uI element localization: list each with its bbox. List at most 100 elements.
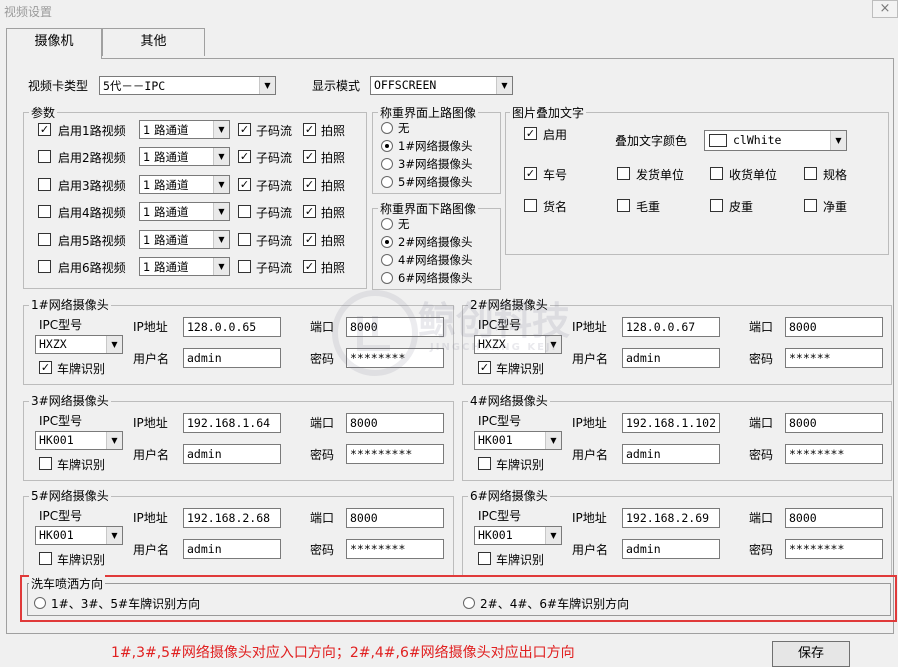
camera-4-ip-field[interactable]: 192.168.1.102 (622, 412, 720, 433)
chevron-down-icon: ▼ (213, 121, 229, 138)
camera-2-plate-checkbox[interactable]: ✓ (478, 361, 491, 374)
upper-image-radio-0[interactable] (381, 122, 393, 134)
lower-image-radio-3[interactable] (381, 272, 393, 284)
overlay-color-select[interactable]: clWhite ▼ (704, 130, 847, 151)
enable-video-2-label: 启用2路视频 (58, 151, 126, 166)
camera-2-port-field[interactable]: 8000 (785, 317, 883, 337)
camera-2-ip-label: IP地址 (572, 320, 607, 334)
close-button[interactable]: × (872, 0, 898, 18)
camera-3-ipc-select[interactable]: HK001 ▼ (35, 430, 123, 450)
enable-video-1-label: 启用1路视频 (58, 124, 126, 138)
camera-2-ip-field[interactable]: 128.0.0.67 (622, 317, 720, 337)
camera-4-port-value: 8000 (789, 415, 817, 430)
upper-image-radio-1[interactable] (381, 140, 393, 152)
substream-5-checkbox[interactable] (238, 232, 251, 246)
camera-4-port-field[interactable]: 8000 (785, 412, 883, 433)
enable-video-5-checkbox[interactable] (38, 232, 51, 246)
camera-5-ip-label: IP地址 (133, 511, 168, 525)
camera-3-title: 3#网络摄像头 (29, 391, 111, 409)
channel-5-select[interactable]: 1 路通道 ▼ (139, 229, 230, 249)
card-type-select[interactable]: 5代－－IPC ▼ (99, 76, 276, 95)
save-button[interactable]: 保存 (772, 641, 850, 667)
overlay-field-5-checkbox[interactable] (617, 199, 630, 212)
overlay-enable-checkbox[interactable]: ✓ (524, 127, 537, 140)
lower-image-radio-2[interactable] (381, 254, 393, 266)
camera-3-port-field[interactable]: 8000 (346, 412, 444, 433)
channel-1-select[interactable]: 1 路通道 ▼ (139, 120, 230, 139)
overlay-field-2-checkbox[interactable] (710, 167, 723, 180)
snapshot-3-checkbox[interactable]: ✓ (303, 177, 316, 191)
tab-camera[interactable]: 摄像机 (6, 28, 102, 58)
wash-option2-radio[interactable] (463, 597, 475, 609)
camera-5-ip-field[interactable]: 192.168.2.68 (183, 508, 281, 528)
camera-5-password-field[interactable]: ******** (346, 539, 444, 559)
direction-note: 1#,3#,5#网络摄像头对应入口方向；2#,4#,6#网络摄像头对应出口方向 (111, 645, 575, 661)
camera-4-ipc-select[interactable]: HK001 ▼ (474, 430, 562, 450)
snapshot-6-checkbox[interactable]: ✓ (303, 260, 316, 273)
overlay-field-7-checkbox[interactable] (804, 199, 817, 212)
camera-6-plate-checkbox[interactable] (478, 552, 491, 565)
wash-option1-radio[interactable] (34, 597, 46, 609)
camera-5-user-label: 用户名 (133, 543, 170, 557)
camera-1-ip-field[interactable]: 128.0.0.65 (183, 317, 281, 337)
camera-5-plate-checkbox[interactable] (39, 552, 52, 565)
snapshot-2-checkbox[interactable]: ✓ (303, 150, 316, 164)
lower-image-radio-0[interactable] (381, 218, 393, 230)
substream-4-checkbox[interactable] (238, 205, 251, 219)
overlay-field-3-checkbox[interactable] (804, 167, 817, 180)
upper-image-radio-2[interactable] (381, 158, 393, 170)
lower-image-radio-1[interactable] (381, 236, 393, 248)
camera-6-password-field[interactable]: ******** (785, 539, 883, 559)
camera-4-ipc-value: HK001 (478, 432, 513, 447)
camera-3-plate-label: 车牌识别 (57, 457, 106, 472)
substream-2-checkbox[interactable]: ✓ (238, 150, 251, 164)
camera-1-plate-checkbox[interactable]: ✓ (39, 361, 52, 374)
camera-1-ipc-select[interactable]: HXZX ▼ (35, 335, 123, 354)
enable-video-5-label: 启用5路视频 (58, 233, 126, 248)
camera-6-user-label: 用户名 (572, 543, 609, 557)
overlay-field-6-checkbox[interactable] (710, 199, 723, 212)
enable-video-2-checkbox[interactable] (38, 150, 51, 164)
display-mode-select[interactable]: OFFSCREEN ▼ (370, 76, 513, 95)
snapshot-4-checkbox[interactable]: ✓ (303, 205, 316, 219)
upper-image-radio-3[interactable] (381, 176, 393, 188)
camera-2-user-value: admin (626, 351, 661, 365)
enable-video-1-checkbox[interactable]: ✓ (38, 123, 51, 136)
tab-other[interactable]: 其他 (102, 28, 205, 56)
camera-5-user-field[interactable]: admin (183, 539, 281, 559)
camera-6-ip-field[interactable]: 192.168.2.69 (622, 508, 720, 528)
substream-1-checkbox[interactable]: ✓ (238, 123, 251, 136)
camera-6-user-field[interactable]: admin (622, 539, 720, 559)
substream-6-checkbox[interactable] (238, 260, 251, 273)
camera-4-plate-checkbox[interactable] (478, 456, 491, 470)
enable-video-3-checkbox[interactable] (38, 177, 51, 191)
camera-3-ip-field[interactable]: 192.168.1.64 (183, 412, 281, 433)
channel-2-select[interactable]: 1 路通道 ▼ (139, 147, 230, 167)
channel-4-select[interactable]: 1 路通道 ▼ (139, 202, 230, 222)
enable-video-6-checkbox[interactable] (38, 260, 51, 273)
chevron-down-icon: ▼ (213, 175, 229, 193)
camera-5-port-field[interactable]: 8000 (346, 508, 444, 528)
camera-2-password-field[interactable]: ****** (785, 348, 883, 368)
camera-3-plate-checkbox[interactable] (39, 456, 52, 470)
camera-3-user-field[interactable]: admin (183, 443, 281, 464)
camera-3-password-field[interactable]: ********* (346, 443, 444, 464)
camera-6-port-field[interactable]: 8000 (785, 508, 883, 528)
channel-6-select[interactable]: 1 路通道 ▼ (139, 257, 230, 276)
chevron-down-icon: ▼ (106, 431, 122, 449)
enable-video-4-checkbox[interactable] (38, 205, 51, 219)
overlay-field-1-checkbox[interactable] (617, 167, 630, 180)
snapshot-5-checkbox[interactable]: ✓ (303, 232, 316, 246)
substream-3-checkbox[interactable]: ✓ (238, 177, 251, 191)
overlay-field-0-checkbox[interactable]: ✓ (524, 167, 537, 180)
channel-3-select[interactable]: 1 路通道 ▼ (139, 174, 230, 194)
camera-2-user-field[interactable]: admin (622, 348, 720, 368)
camera-1-user-field[interactable]: admin (183, 348, 281, 368)
snapshot-1-checkbox[interactable]: ✓ (303, 123, 316, 136)
camera-5-ipc-select[interactable]: HK001 ▼ (35, 526, 123, 545)
camera-4-password-field[interactable]: ******** (785, 443, 883, 464)
camera-4-user-field[interactable]: admin (622, 443, 720, 464)
overlay-field-4-checkbox[interactable] (524, 199, 537, 212)
camera-6-ipc-select[interactable]: HK001 ▼ (474, 526, 562, 545)
camera-6-plate-label: 车牌识别 (496, 553, 545, 567)
